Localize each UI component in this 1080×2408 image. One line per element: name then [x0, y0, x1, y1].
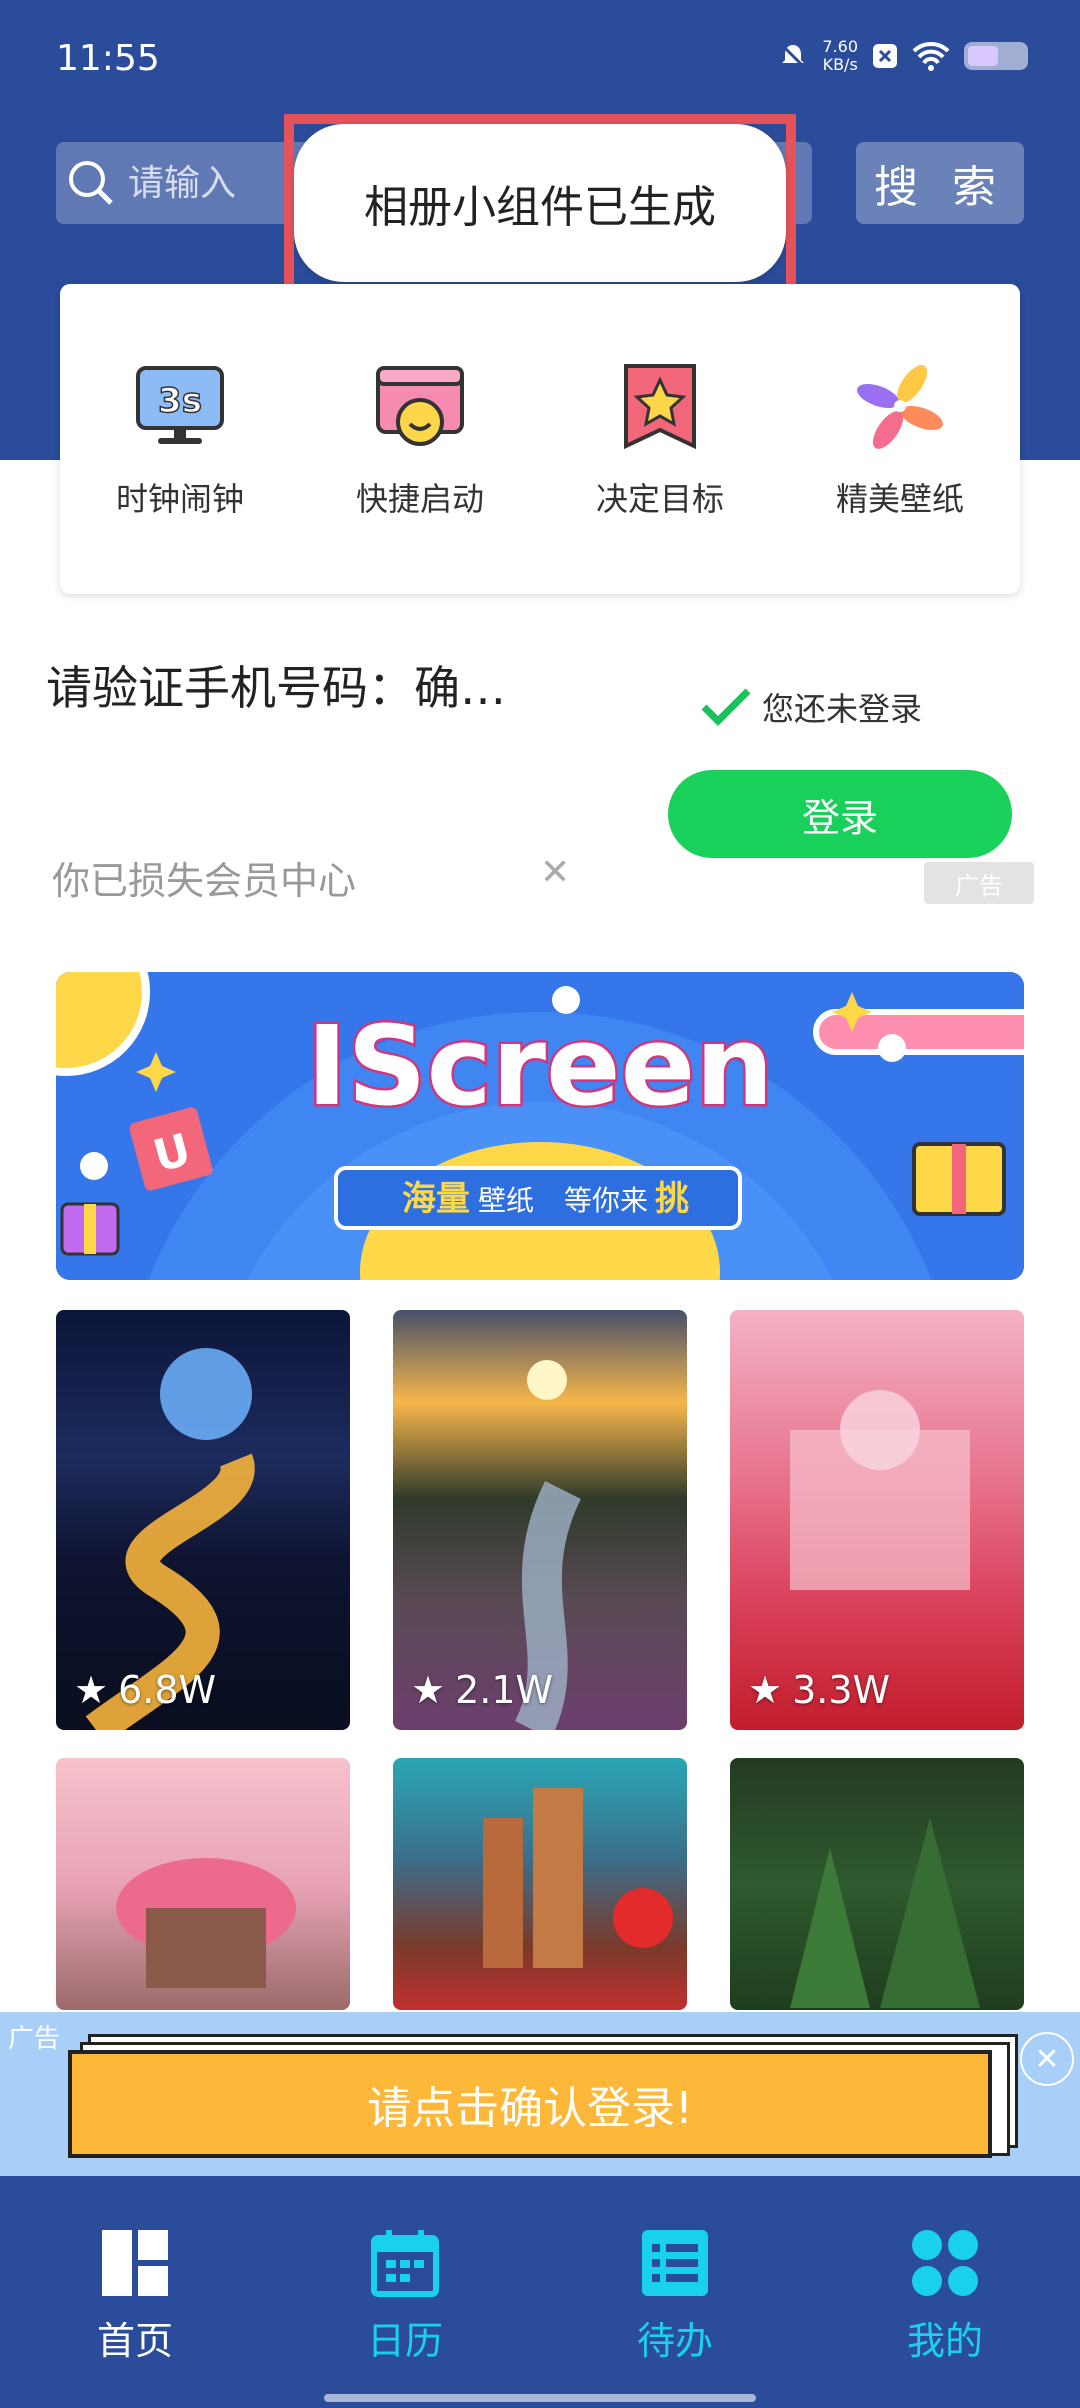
net-speed-value: 7.60	[822, 37, 858, 56]
nav-label: 日历	[366, 2319, 443, 2363]
star-icon: ★	[748, 1668, 783, 1712]
confirm-login-ad-button[interactable]: 请点击确认登录!	[68, 2050, 992, 2158]
favorite-count-value: 2.1W	[455, 1668, 554, 1712]
status-time: 11:55	[56, 38, 160, 79]
banner-tagline-2: 壁纸	[478, 1184, 534, 1217]
battery-icon	[964, 42, 1028, 70]
favorite-count: ★ 3.3W	[748, 1668, 890, 1712]
close-icon[interactable]: ✕	[540, 852, 570, 893]
gift-icon	[912, 1142, 1006, 1216]
quick-action-label: 快捷启动	[355, 480, 484, 518]
login-status-text: 您还未登录	[762, 690, 923, 728]
quick-actions-card: 3s 时钟闹钟 快捷启动 决定目标 精美壁纸	[60, 284, 1020, 594]
quick-action-label: 决定目标	[595, 480, 724, 518]
nav-label: 待办	[636, 2319, 713, 2363]
quick-action-label: 精美壁纸	[835, 480, 964, 518]
status-icons: 7.60 KB/s	[778, 38, 1028, 74]
star-icon: ★	[411, 1668, 446, 1712]
wallpaper-tile[interactable]: ★ 3.3W	[730, 1310, 1024, 1730]
mute-bell-icon	[781, 43, 806, 69]
wallpaper-tile[interactable]	[393, 1758, 687, 2010]
home-grid-icon	[102, 2230, 168, 2296]
check-icon	[701, 688, 751, 726]
clock-badge: 3s	[158, 381, 202, 421]
wallpaper-tile[interactable]	[730, 1758, 1024, 2010]
net-speed-unit: KB/s	[822, 55, 858, 74]
login-status: 您还未登录	[700, 684, 922, 730]
star-flag-icon	[624, 364, 696, 450]
nav-profile[interactable]: 我的	[810, 2176, 1080, 2408]
favorite-count: ★ 6.8W	[74, 1668, 216, 1712]
gift-icon	[60, 1202, 120, 1256]
nav-todo[interactable]: 待办	[540, 2176, 810, 2408]
notification-x-icon	[873, 44, 897, 68]
ad-label: 广告	[8, 2024, 61, 2054]
ad-close-icon[interactable]: ✕	[1020, 2032, 1074, 2086]
wallpaper-tile[interactable]	[56, 1758, 350, 2010]
calendar-icon	[371, 2230, 439, 2297]
smiley-launcher-icon	[376, 366, 464, 446]
net-speed: 7.60 KB/s	[822, 38, 858, 74]
favorite-count-value: 6.8W	[118, 1668, 217, 1712]
banner-title: IScreen	[306, 1002, 773, 1130]
pinwheel-icon	[857, 365, 943, 449]
status-bar: 11:55 7.60 KB/s	[0, 0, 1080, 120]
nav-calendar[interactable]: 日历	[270, 2176, 540, 2408]
favorite-count: ★ 2.1W	[411, 1668, 553, 1712]
quick-action-goal[interactable]: 决定目标	[560, 358, 760, 520]
banner-tagline-3: 等你来	[564, 1184, 648, 1217]
banner-tagline-1: 海量	[402, 1179, 470, 1219]
banner-tagline-4: 挑	[655, 1179, 689, 1219]
star-icon: ★	[74, 1668, 109, 1712]
iscreen-banner[interactable]: IScreen 海量 壁纸 等你来 挑 U	[56, 972, 1024, 1280]
verify-phone-text[interactable]: 请验证手机号码：确…	[46, 652, 506, 718]
toast-message: 相册小组件已生成	[294, 124, 786, 282]
search-button[interactable]: 搜 索	[856, 142, 1024, 224]
search-icon	[56, 157, 126, 209]
gesture-home-bar[interactable]	[324, 2394, 756, 2402]
nav-label: 我的	[906, 2319, 983, 2363]
clock-monitor-icon: 3s	[136, 366, 224, 444]
lost-membership-text[interactable]: 你已损失会员中心	[52, 850, 356, 905]
nav-label: 首页	[96, 2319, 173, 2363]
nav-home[interactable]: 首页	[0, 2176, 270, 2408]
four-petal-icon	[912, 2230, 978, 2296]
wallpaper-tile[interactable]: ★ 2.1W	[393, 1310, 687, 1730]
ad-badge: 广告	[924, 862, 1034, 904]
list-icon	[642, 2230, 708, 2296]
quick-action-clock[interactable]: 3s 时钟闹钟	[80, 358, 280, 520]
wallpaper-tile[interactable]: ★ 6.8W	[56, 1310, 350, 1730]
quick-action-launch[interactable]: 快捷启动	[320, 358, 520, 520]
quick-action-wallpaper[interactable]: 精美壁纸	[800, 358, 1000, 520]
wifi-icon	[912, 41, 950, 71]
bottom-navigation: 首页 日历 待办 我的	[0, 2176, 1080, 2408]
login-button[interactable]: 登录	[668, 770, 1012, 858]
bottom-ad-bar: 广告 ✕ 请点击确认登录!	[0, 2012, 1080, 2176]
favorite-count-value: 3.3W	[792, 1668, 891, 1712]
quick-action-label: 时钟闹钟	[115, 480, 244, 518]
